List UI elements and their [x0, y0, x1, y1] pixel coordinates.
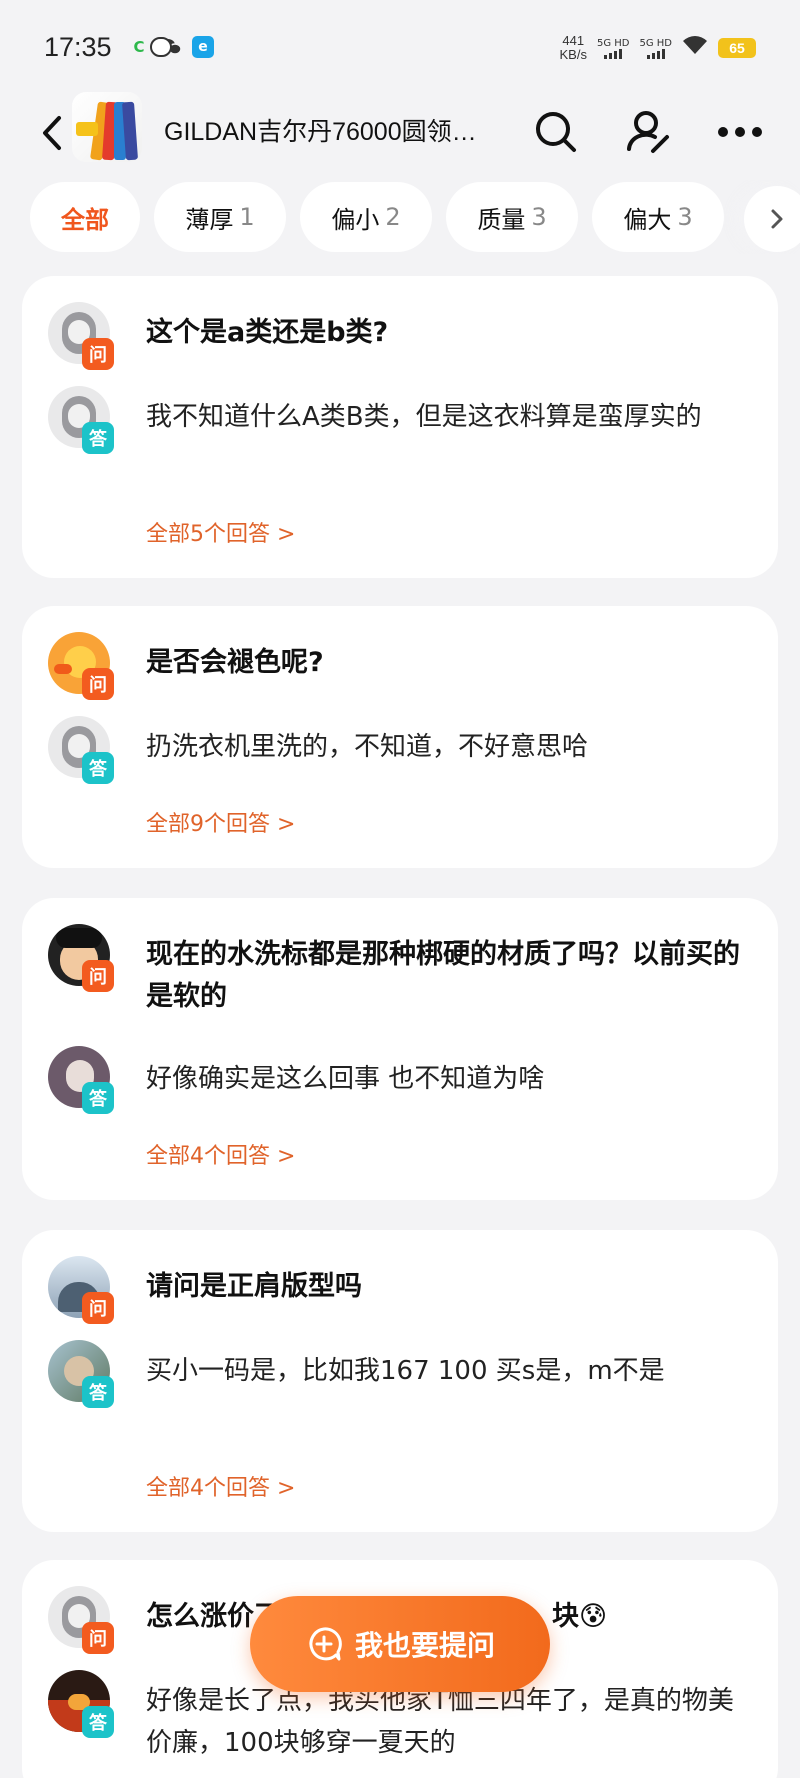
qa-card[interactable]: 问 这个是a类还是b类? 答 我不知道什么A类B类，但是这衣料算是蛮厚实的 全部… [22, 276, 778, 578]
answer-badge: 答 [82, 422, 114, 454]
avatar: 问 [48, 1586, 114, 1654]
page-title: GILDAN吉尔丹76000圆领… [164, 118, 477, 146]
tab-thickness[interactable]: 薄厚 1 [154, 182, 286, 252]
filter-tabs: 全部 薄厚 1 偏小 2 质量 3 偏大 3 [30, 180, 800, 254]
notification-icons: C e [128, 36, 214, 58]
tab-label: 全部 [61, 205, 109, 234]
ask-button-label: 我也要提问 [354, 1629, 495, 1662]
tab-all[interactable]: 全部 [30, 182, 140, 252]
question-text: 是否会褪色呢? [146, 647, 324, 678]
answer-badge: 答 [82, 752, 114, 784]
all-answers-link[interactable]: 全部5个回答 > [146, 516, 295, 548]
status-time: 17:35 [44, 32, 112, 62]
question-badge: 问 [82, 1292, 114, 1324]
wifi-icon [682, 35, 708, 61]
tab-label: 偏小 [331, 205, 380, 234]
more-dots-icon [718, 127, 762, 137]
qa-card[interactable]: 问 请问是正肩版型吗 答 买小一码是，比如我167 100 买s是，m不是 全部… [22, 1230, 778, 1532]
back-button[interactable] [32, 108, 72, 158]
question-badge: 问 [82, 668, 114, 700]
avatar: 问 [48, 1256, 114, 1324]
avatar: 答 [48, 1670, 114, 1738]
question-text: 请问是正肩版型吗 [146, 1271, 362, 1302]
search-icon [536, 112, 576, 152]
signal-sim2-icon: 5G HD [639, 38, 672, 59]
speed-unit: KB/s [559, 47, 587, 62]
user-button[interactable] [622, 106, 674, 158]
system-icons: 441 KB/s 5G HD 5G HD 65 [560, 34, 756, 62]
answer-badge: 答 [82, 1376, 114, 1408]
ask-icon [305, 1625, 343, 1663]
question-text: 现在的水洗标都是那种梆硬的材质了吗？以前买的是软的 [146, 939, 740, 1012]
more-options-button[interactable] [714, 106, 766, 158]
header: GILDAN吉尔丹76000圆领… [0, 88, 800, 178]
tab-label: 薄厚 [185, 205, 234, 234]
answer-text: 我不知道什么A类B类，但是这衣料算是蛮厚实的 [146, 402, 702, 432]
all-answers-link[interactable]: 全部9个回答 > [146, 806, 295, 838]
all-answers-link[interactable]: 全部4个回答 > [146, 1470, 295, 1502]
question-text: 这个是a类还是b类? [146, 317, 389, 348]
tab-label: 偏大 [623, 205, 672, 234]
answer-text: 买小一码是，比如我167 100 买s是，m不是 [146, 1356, 665, 1386]
avatar: 答 [48, 716, 114, 784]
status-bar: 17:35 C e 441 KB/s 5G HD 5G HD 65 [0, 0, 800, 92]
question-text-end: 块😰 [552, 1601, 608, 1632]
tab-count: 3 [677, 203, 693, 231]
sim1-label: 5G HD [596, 37, 630, 49]
avatar: 问 [48, 924, 114, 992]
avatar: 问 [48, 302, 114, 370]
tab-large[interactable]: 偏大 3 [592, 182, 724, 252]
network-speed: 441 KB/s [560, 34, 587, 62]
tab-small[interactable]: 偏小 2 [300, 182, 432, 252]
answer-text: 好像确实是这么回事 也不知道为啥 [146, 1064, 545, 1094]
search-button[interactable] [530, 106, 582, 158]
battery-icon: 65 [718, 38, 756, 58]
tab-label: 质量 [477, 205, 526, 234]
question-badge: 问 [82, 1622, 114, 1654]
sync-icon: C [133, 38, 145, 56]
answer-badge: 答 [82, 1706, 114, 1738]
avatar: 答 [48, 1046, 114, 1114]
avatar: 答 [48, 1340, 114, 1408]
answer-badge: 答 [82, 1082, 114, 1114]
answer-text: 扔洗衣机里洗的，不知道，不好意思哈 [146, 732, 589, 762]
all-answers-link[interactable]: 全部4个回答 > [146, 1138, 295, 1170]
tab-quality[interactable]: 质量 3 [446, 182, 578, 252]
chevron-right-icon [771, 209, 783, 229]
browser-icon: e [192, 36, 214, 58]
product-thumbnail[interactable] [72, 92, 142, 162]
qa-card[interactable]: 问 是否会褪色呢? 答 扔洗衣机里洗的，不知道，不好意思哈 全部9个回答 > [22, 606, 778, 868]
tab-count: 1 [239, 203, 255, 231]
avatar: 问 [48, 632, 114, 700]
sim2-label: 5G HD [639, 37, 672, 49]
question-badge: 问 [82, 338, 114, 370]
user-edit-icon [627, 111, 669, 153]
tabs-scroll-button[interactable] [744, 186, 800, 252]
wallet-icon [150, 37, 172, 57]
tab-count: 2 [385, 203, 401, 231]
question-badge: 问 [82, 960, 114, 992]
speed-value: 441 [562, 33, 585, 48]
ask-question-button[interactable]: 我也要提问 [250, 1596, 550, 1692]
tab-count: 3 [531, 203, 547, 231]
chevron-left-icon [43, 116, 61, 150]
qa-card[interactable]: 问 现在的水洗标都是那种梆硬的材质了吗？以前买的是软的 答 好像确实是这么回事 … [22, 898, 778, 1200]
answer-text: 好像是长了点，我买他家T恤三四年了，是真的物美价廉，100块够穿一夏天的 [146, 1686, 734, 1758]
signal-sim1-icon: 5G HD [596, 37, 630, 59]
avatar: 答 [48, 386, 114, 454]
